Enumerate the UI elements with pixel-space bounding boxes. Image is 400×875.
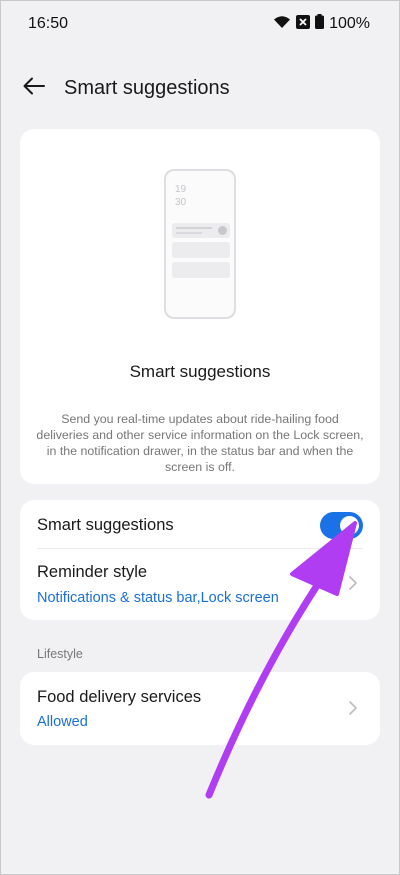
phone-illustration-card xyxy=(172,242,230,258)
phone-illustration-minute: 30 xyxy=(175,197,187,208)
battery-percentage: 100% xyxy=(329,15,370,32)
reminder-style-row[interactable] xyxy=(20,549,380,620)
chevron-right-icon xyxy=(346,701,360,715)
hero-title: Smart suggestions xyxy=(129,362,271,381)
smart-suggestions-label: Smart suggestions xyxy=(37,516,174,534)
status-time: 16:50 xyxy=(28,15,69,32)
reminder-style-value: Notifications & status bar,Lock screen xyxy=(37,590,279,606)
page-title: Smart suggestions xyxy=(64,77,230,99)
phone-illustration-card xyxy=(172,262,230,278)
phone-illustration-hour: 19 xyxy=(175,184,187,195)
section-label-lifestyle: Lifestyle xyxy=(37,647,83,661)
wifi-icon xyxy=(273,15,291,34)
status-bar: 16:50 100% xyxy=(0,0,400,48)
phone-illustration: 19 30 xyxy=(164,169,236,319)
toggle-knob xyxy=(340,516,359,535)
back-arrow-icon xyxy=(23,77,45,100)
reminder-style-label: Reminder style xyxy=(37,563,148,581)
hero-description: Send you real-time updates about ride-ha… xyxy=(36,412,364,474)
food-delivery-value: Allowed xyxy=(37,714,88,730)
signal-off-icon xyxy=(296,14,311,34)
top-app-bar: Smart suggestions xyxy=(0,60,400,116)
status-icons: 100% xyxy=(273,14,370,34)
chevron-right-icon xyxy=(346,576,360,590)
back-button[interactable] xyxy=(16,70,52,106)
smart-suggestions-toggle[interactable] xyxy=(320,512,363,539)
food-delivery-row[interactable] xyxy=(20,672,380,745)
food-delivery-label: Food delivery services xyxy=(37,688,202,706)
phone-illustration-notification xyxy=(172,223,230,238)
battery-icon xyxy=(315,14,325,34)
